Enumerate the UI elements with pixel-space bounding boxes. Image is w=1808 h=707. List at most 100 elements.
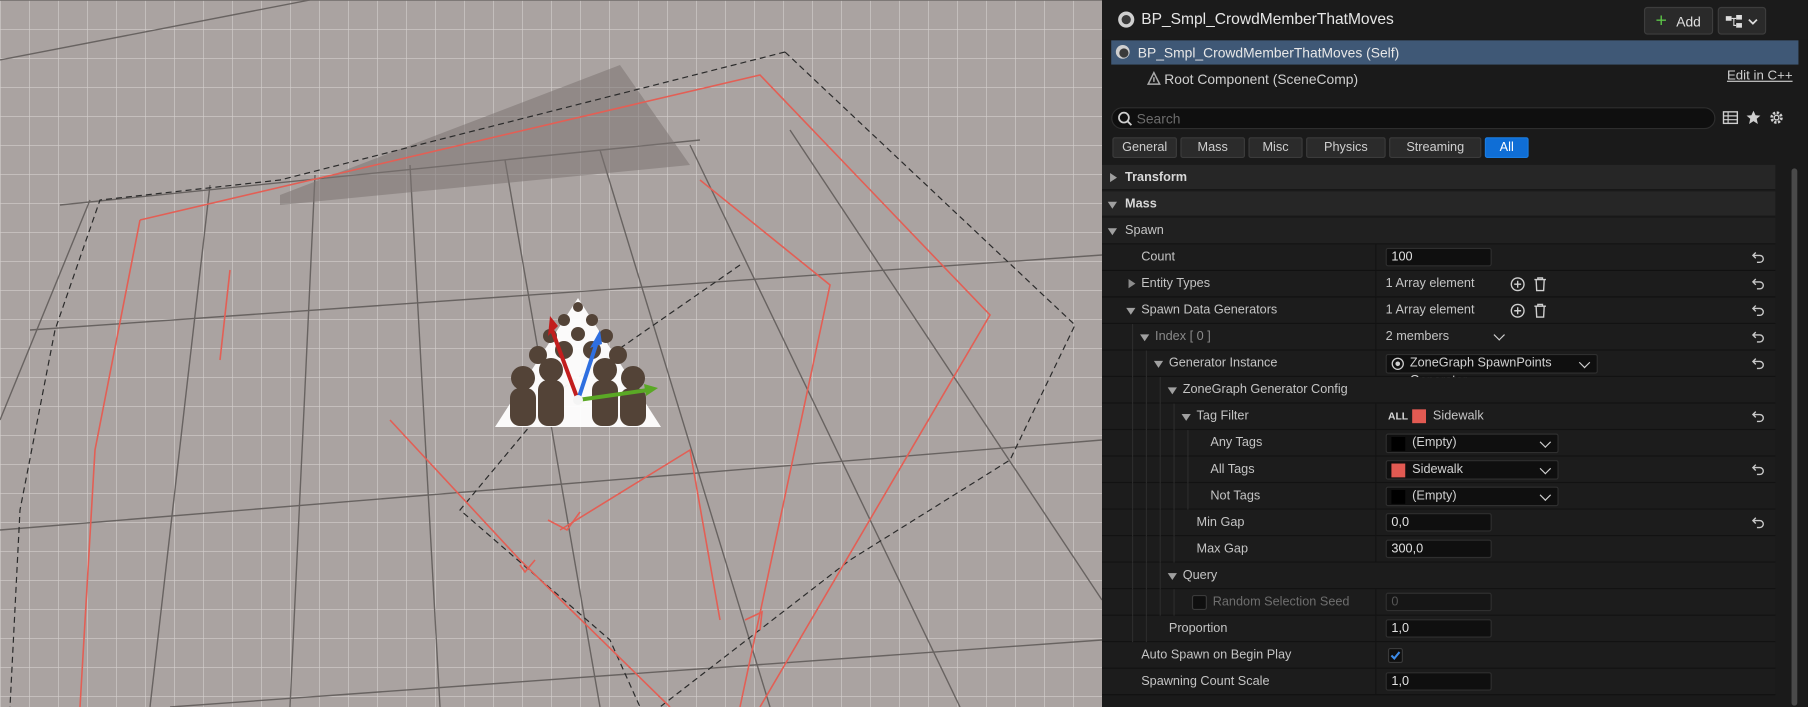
generator-class-icon [1391, 357, 1404, 370]
details-panel: BP_Smpl_CrowdMemberThatMoves + Add BP_Sm… [1102, 0, 1808, 707]
trash-icon[interactable] [1533, 303, 1547, 318]
expand-arrow-icon[interactable] [1128, 279, 1136, 289]
column-divider [1375, 509, 1377, 536]
component-self-label: BP_Smpl_CrowdMemberThatMoves (Self) [1137, 44, 1400, 62]
reset-to-default-icon[interactable] [1751, 409, 1765, 423]
category-spawn[interactable]: Spawn [1102, 217, 1776, 245]
all-tags-dropdown[interactable]: Sidewalk [1385, 460, 1559, 480]
collapse-arrow-icon [1107, 201, 1117, 209]
proportion-label: Proportion [1168, 621, 1228, 636]
table-view-icon[interactable] [1722, 110, 1739, 126]
tab-misc[interactable]: Misc [1248, 137, 1303, 158]
auto-spawn-checkbox[interactable] [1387, 648, 1403, 664]
index-label: Index [ 0 ] [1155, 329, 1211, 344]
tree-guide [1145, 430, 1147, 457]
proportion-field[interactable]: 1,0 [1385, 619, 1492, 638]
property-random-selection-seed: Random Selection Seed 0 [1102, 589, 1776, 616]
add-component-button[interactable]: + Add [1643, 6, 1714, 35]
all-tags-value: Sidewalk [1412, 462, 1463, 477]
tree-guide [1159, 483, 1161, 510]
reset-to-default-icon[interactable] [1751, 277, 1765, 291]
column-divider [1375, 270, 1377, 297]
chevron-down-icon [1539, 489, 1552, 501]
tree-guide [1131, 536, 1134, 563]
tab-general[interactable]: General [1112, 137, 1177, 158]
tab-all[interactable]: All [1484, 137, 1529, 158]
column-divider [1375, 430, 1377, 456]
tree-guide [1131, 589, 1134, 616]
sidewalk-tag-swatch [1412, 409, 1427, 424]
property-spawn-data-generators: Spawn Data Generators 1 Array element [1102, 297, 1776, 325]
collapse-arrow-icon[interactable] [1153, 360, 1164, 368]
collapse-arrow-icon[interactable] [1167, 387, 1177, 395]
reset-to-default-icon[interactable] [1751, 303, 1765, 317]
settings-gear-icon[interactable] [1768, 110, 1784, 126]
tree-guide [1131, 430, 1134, 457]
not-tags-dropdown[interactable]: (Empty) [1385, 486, 1559, 507]
generator-instance-dropdown[interactable]: ZoneGraph SpawnPoints Generator [1385, 353, 1598, 387]
tree-guide [1131, 483, 1134, 510]
tree-guide [1131, 350, 1134, 378]
component-self-row[interactable]: BP_Smpl_CrowdMemberThatMoves (Self) [1111, 40, 1799, 65]
level-viewport[interactable] [0, 0, 1102, 707]
tree-guide [1131, 615, 1134, 643]
any-tags-value: (Empty) [1412, 435, 1457, 450]
reset-to-default-icon[interactable] [1751, 462, 1765, 476]
column-divider [1375, 483, 1377, 509]
entity-types-label: Entity Types [1141, 276, 1211, 291]
search-input[interactable] [1136, 109, 1702, 127]
reset-to-default-icon[interactable] [1751, 515, 1765, 529]
category-mass[interactable]: Mass [1102, 191, 1776, 217]
hierarchy-options-button[interactable] [1717, 6, 1767, 35]
component-root-label: Root Component (SceneComp) [1164, 71, 1359, 88]
favorites-star-icon[interactable] [1745, 110, 1761, 126]
collapse-arrow-icon[interactable] [1126, 307, 1136, 315]
max-gap-field[interactable]: 300,0 [1385, 539, 1492, 559]
spawning-count-scale-field[interactable]: 1,0 [1385, 672, 1492, 691]
tree-guide [1131, 509, 1134, 537]
count-field[interactable]: 100 [1385, 247, 1492, 267]
details-scrollbar[interactable] [1791, 168, 1798, 706]
not-tags-label: Not Tags [1210, 488, 1261, 503]
tab-physics[interactable]: Physics [1306, 137, 1386, 158]
search-icon [1118, 111, 1133, 126]
tree-guide [1159, 430, 1161, 457]
add-element-icon[interactable] [1510, 277, 1525, 292]
collapse-arrow-icon[interactable] [1140, 334, 1150, 342]
tab-streaming[interactable]: Streaming [1389, 137, 1482, 158]
collapse-arrow-icon[interactable] [1167, 573, 1177, 580]
tree-guide [1159, 536, 1161, 563]
zonegraph-config-label: ZoneGraph Generator Config [1182, 382, 1348, 397]
tree-guide [1145, 377, 1147, 404]
add-element-icon[interactable] [1510, 303, 1525, 318]
collapse-arrow-icon[interactable] [1181, 413, 1191, 421]
scene-component-icon [1146, 70, 1161, 85]
reset-to-default-icon[interactable] [1751, 330, 1765, 344]
auto-spawn-label: Auto Spawn on Begin Play [1141, 648, 1292, 662]
any-tags-dropdown[interactable]: (Empty) [1385, 433, 1559, 454]
reset-to-default-icon[interactable] [1751, 250, 1765, 264]
tree-guide [1131, 562, 1134, 590]
chevron-down-icon[interactable] [1493, 329, 1505, 341]
property-spawning-count-scale: Spawning Count Scale 1,0 [1102, 668, 1776, 696]
panel-title: BP_Smpl_CrowdMemberThatMoves [1141, 10, 1394, 28]
tree-guide [1145, 350, 1147, 378]
random-seed-override-checkbox[interactable] [1191, 594, 1207, 610]
spawn-data-generators-label: Spawn Data Generators [1141, 303, 1278, 318]
generator-instance-label: Generator Instance [1168, 356, 1278, 371]
hierarchy-icon [1725, 14, 1758, 28]
column-divider [1375, 615, 1377, 642]
collapse-arrow-icon [1107, 228, 1117, 236]
category-transform[interactable]: Transform [1102, 164, 1776, 191]
spawning-count-scale-label: Spawning Count Scale [1141, 674, 1270, 689]
trash-icon[interactable] [1533, 277, 1547, 292]
blueprint-icon [1115, 44, 1130, 59]
property-any-tags: Any Tags (Empty) [1102, 430, 1776, 457]
edit-in-cpp-link[interactable]: Edit in C++ [1727, 69, 1793, 83]
column-divider [1375, 589, 1377, 615]
min-gap-field[interactable]: 0,0 [1385, 513, 1492, 532]
reset-to-default-icon[interactable] [1751, 356, 1765, 370]
sidewalk-tag-swatch [1391, 463, 1406, 478]
column-divider [1375, 324, 1377, 350]
tab-mass[interactable]: Mass [1180, 137, 1245, 158]
